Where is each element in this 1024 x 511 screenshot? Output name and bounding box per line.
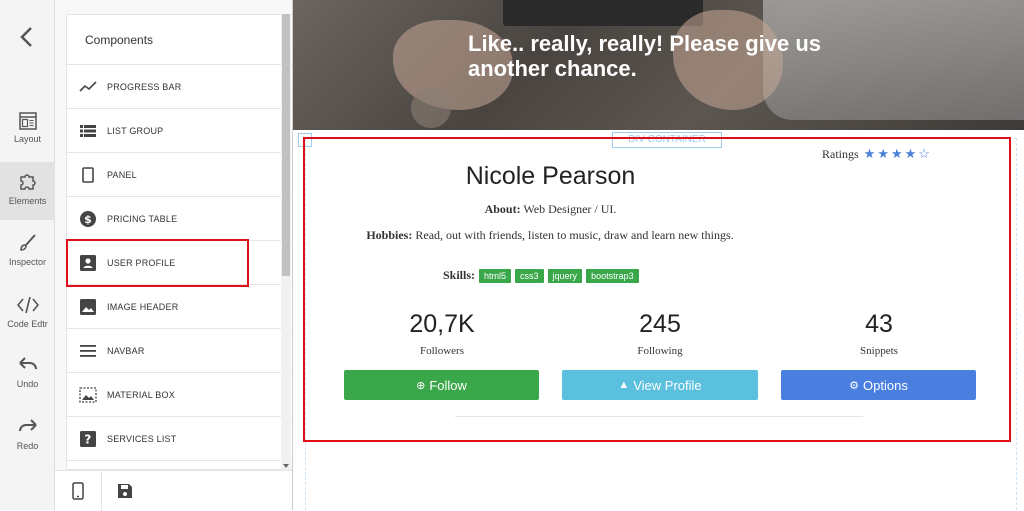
panel-icon xyxy=(79,166,97,184)
follow-label: Follow xyxy=(429,377,467,393)
stat-value: 20,7K xyxy=(409,310,475,338)
hobbies-label: Hobbies: xyxy=(366,228,413,242)
rail-label: Inspector xyxy=(8,257,47,267)
stat-label: Following xyxy=(637,345,683,357)
page-canvas: Like.. really, really! Please give us an… xyxy=(292,0,1024,510)
component-label: SERVICES LIST xyxy=(107,433,177,444)
stat-snippets: 43 Snippets xyxy=(809,310,949,357)
image-header[interactable]: Like.. really, really! Please give us an… xyxy=(293,0,1024,130)
about-line: About: Web Designer / UI. xyxy=(458,202,643,217)
redo-icon xyxy=(18,419,37,432)
stat-followers: 20,7K Followers xyxy=(372,310,512,357)
hobbies-line: Hobbies: Read, out with friends, listen … xyxy=(355,227,745,243)
hobbies-value: Read, out with friends, listen to music,… xyxy=(415,228,734,242)
skills-line: Skills: html5 css3 jquery bootstrap3 xyxy=(443,268,643,283)
star-filled-icon[interactable]: ★ xyxy=(891,146,903,161)
svg-text:?: ? xyxy=(84,432,91,446)
resize-handle-icon[interactable] xyxy=(298,133,312,147)
skill-tag: html5 xyxy=(479,268,512,283)
rail-label: Elements xyxy=(8,196,47,206)
div-container-text: DIV CONTAINER xyxy=(628,134,706,145)
image-icon xyxy=(79,298,97,316)
star-filled-icon[interactable]: ★ xyxy=(864,146,876,161)
components-title: Components xyxy=(85,32,154,47)
rail-elements[interactable]: Elements xyxy=(0,162,55,220)
about-label: About: xyxy=(484,202,521,216)
ratings: Ratings ★ ★ ★ ★ ☆ xyxy=(822,146,930,162)
rail-inspector[interactable]: Inspector xyxy=(0,225,55,283)
puzzle-icon xyxy=(19,174,36,190)
save-button[interactable] xyxy=(102,471,148,511)
user-card-icon xyxy=(79,254,97,272)
view-profile-button[interactable]: ▲ View Profile xyxy=(562,370,758,400)
component-label: PANEL xyxy=(107,169,137,180)
hero-headline: Like.. really, really! Please give us an… xyxy=(468,31,822,81)
code-icon xyxy=(16,296,39,314)
star-filled-icon[interactable]: ★ xyxy=(905,146,917,161)
hero-keyboard xyxy=(503,0,703,26)
scrollbar-thumb[interactable] xyxy=(282,14,290,276)
brush-icon xyxy=(19,234,36,251)
hero-watch xyxy=(411,88,451,128)
options-button[interactable]: ⚙ Options xyxy=(781,370,976,400)
help-icon: ? xyxy=(79,430,97,448)
rail-code-editor[interactable]: Code Edtr xyxy=(0,287,55,345)
panel-footer xyxy=(55,470,292,511)
rail-label: Code Edtr xyxy=(7,319,48,329)
skill-tag: css3 xyxy=(515,268,544,283)
component-label: MATERIAL BOX xyxy=(107,389,175,400)
skill-tag: bootstrap3 xyxy=(586,268,639,283)
options-label: Options xyxy=(863,377,908,393)
about-value: Web Designer / UI. xyxy=(523,202,617,216)
user-icon: ▲ xyxy=(618,379,630,391)
rail-label: Undo xyxy=(16,379,39,389)
skills-label: Skills: xyxy=(443,268,476,282)
rail-layout[interactable]: Layout xyxy=(0,104,55,162)
rail-label: Redo xyxy=(16,441,39,451)
cogs-icon: ⚙ xyxy=(849,379,860,392)
panel-scrollbar[interactable] xyxy=(281,14,291,470)
rating-stars[interactable]: ★ ★ ★ ★ ☆ xyxy=(862,146,930,162)
svg-text:$: $ xyxy=(84,213,92,226)
star-filled-icon[interactable]: ★ xyxy=(877,146,889,161)
stat-following: 245 Following xyxy=(590,310,730,357)
trend-line-icon xyxy=(79,78,97,96)
stat-label: Followers xyxy=(420,345,464,357)
list-icon xyxy=(79,122,97,140)
divider xyxy=(455,416,863,417)
ratings-label: Ratings xyxy=(822,146,859,161)
layout-icon xyxy=(18,112,37,130)
follow-button[interactable]: ⊕ Follow xyxy=(344,370,539,400)
rail-undo[interactable]: Undo xyxy=(0,347,55,405)
dollar-icon: $ xyxy=(79,210,97,228)
component-label: PROGRESS BAR xyxy=(107,81,182,92)
back-chevron-icon[interactable] xyxy=(14,24,40,50)
stat-value: 43 xyxy=(865,310,893,338)
component-label: USER PROFILE xyxy=(107,257,176,268)
mobile-icon xyxy=(72,482,84,500)
div-container-label[interactable]: DIV CONTAINER xyxy=(612,132,722,148)
rail-label: Layout xyxy=(13,134,42,144)
skill-tag: jquery xyxy=(547,268,583,283)
star-empty-icon[interactable]: ☆ xyxy=(918,146,930,161)
rail-redo[interactable]: Redo xyxy=(0,409,55,467)
components-panel: Components PROGRESS BAR LIST GROUP PANEL… xyxy=(55,0,323,511)
view-profile-label: View Profile xyxy=(633,377,702,393)
mobile-preview-button[interactable] xyxy=(55,471,101,511)
stat-value: 245 xyxy=(639,310,681,338)
component-label: PRICING TABLE xyxy=(107,213,178,224)
save-icon xyxy=(118,484,132,498)
component-label: LIST GROUP xyxy=(107,125,164,136)
component-label: IMAGE HEADER xyxy=(107,301,179,312)
undo-icon xyxy=(18,357,37,370)
profile-name: Nicole Pearson xyxy=(465,162,636,190)
menu-icon xyxy=(79,342,97,360)
stat-label: Snippets xyxy=(860,345,898,357)
left-toolbar: Layout Elements Inspector Code Edtr Undo… xyxy=(0,0,55,510)
component-label: NAVBAR xyxy=(107,345,145,356)
scroll-down-arrow-icon[interactable] xyxy=(283,464,289,468)
plus-circle-icon: ⊕ xyxy=(416,379,426,392)
material-box-icon xyxy=(79,386,97,404)
